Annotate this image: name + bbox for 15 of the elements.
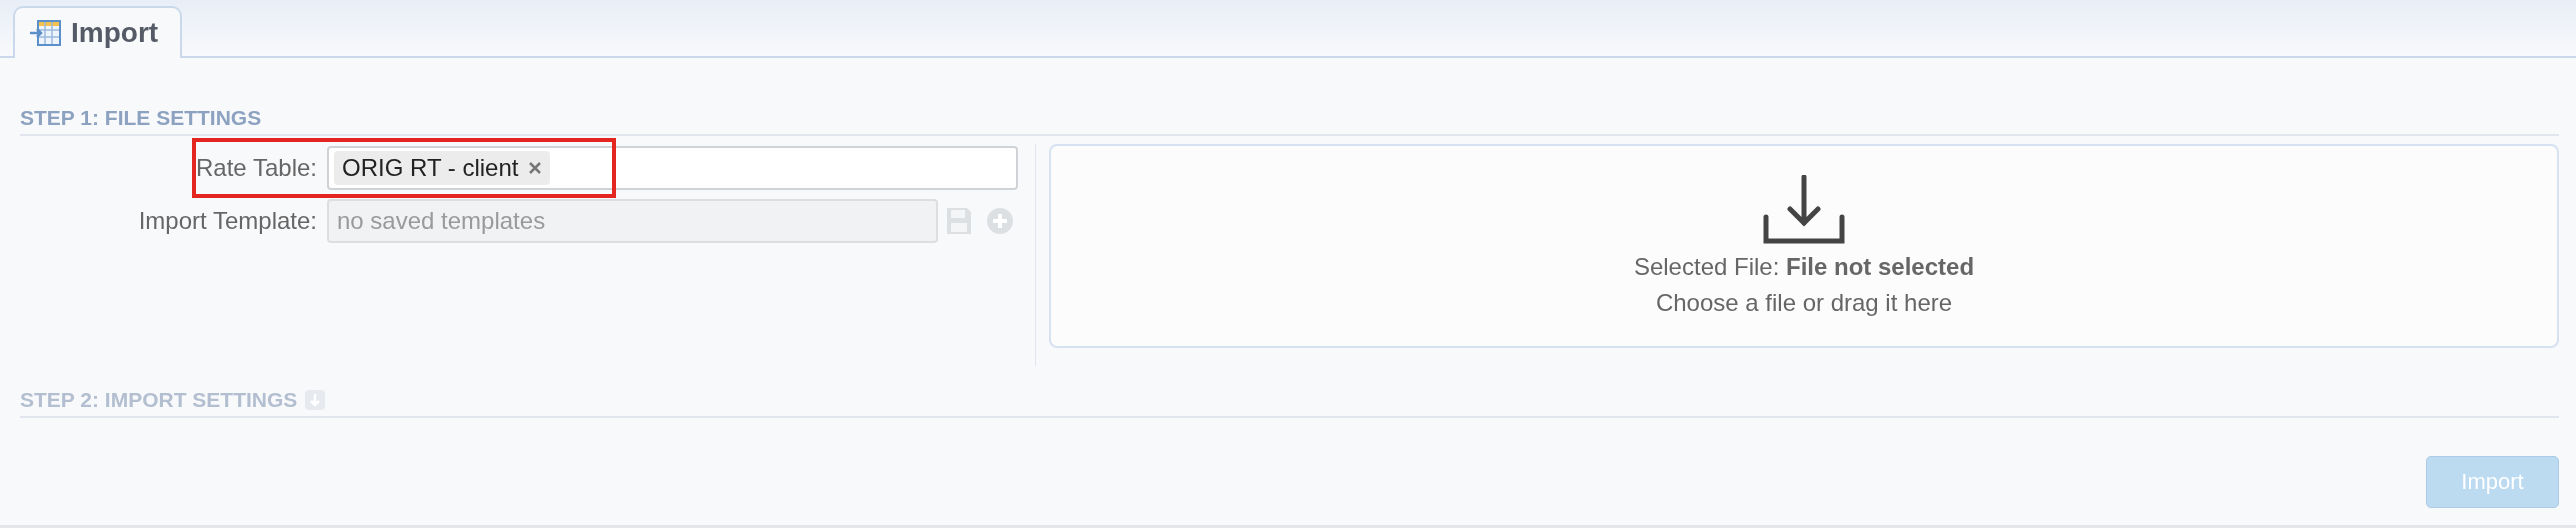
rate-table-field[interactable]: ORIG RT - client <box>327 146 1018 190</box>
field-label: Rate Table: <box>195 154 318 182</box>
download-icon <box>1762 175 1846 245</box>
add-icon[interactable] <box>986 207 1014 235</box>
import-tab[interactable]: Import <box>13 6 183 58</box>
selected-file-text: Selected File: File not selected <box>1633 253 1975 281</box>
drop-hint: Choose a file or drag it here <box>1655 289 1953 317</box>
selected-chip: ORIG RT - client <box>334 151 551 185</box>
field-label: Import Template: <box>137 207 318 235</box>
section-title: STEP 1: FILE SETTINGS <box>20 106 2559 136</box>
file-drop-zone[interactable]: Selected File: File not selected Choose a file or drag it here <box>1049 144 2559 348</box>
table-import-icon <box>29 19 61 47</box>
section-title: STEP 2: IMPORT SETTINGS <box>20 388 298 412</box>
remove-icon[interactable] <box>528 161 543 175</box>
save-icon[interactable] <box>946 207 972 235</box>
